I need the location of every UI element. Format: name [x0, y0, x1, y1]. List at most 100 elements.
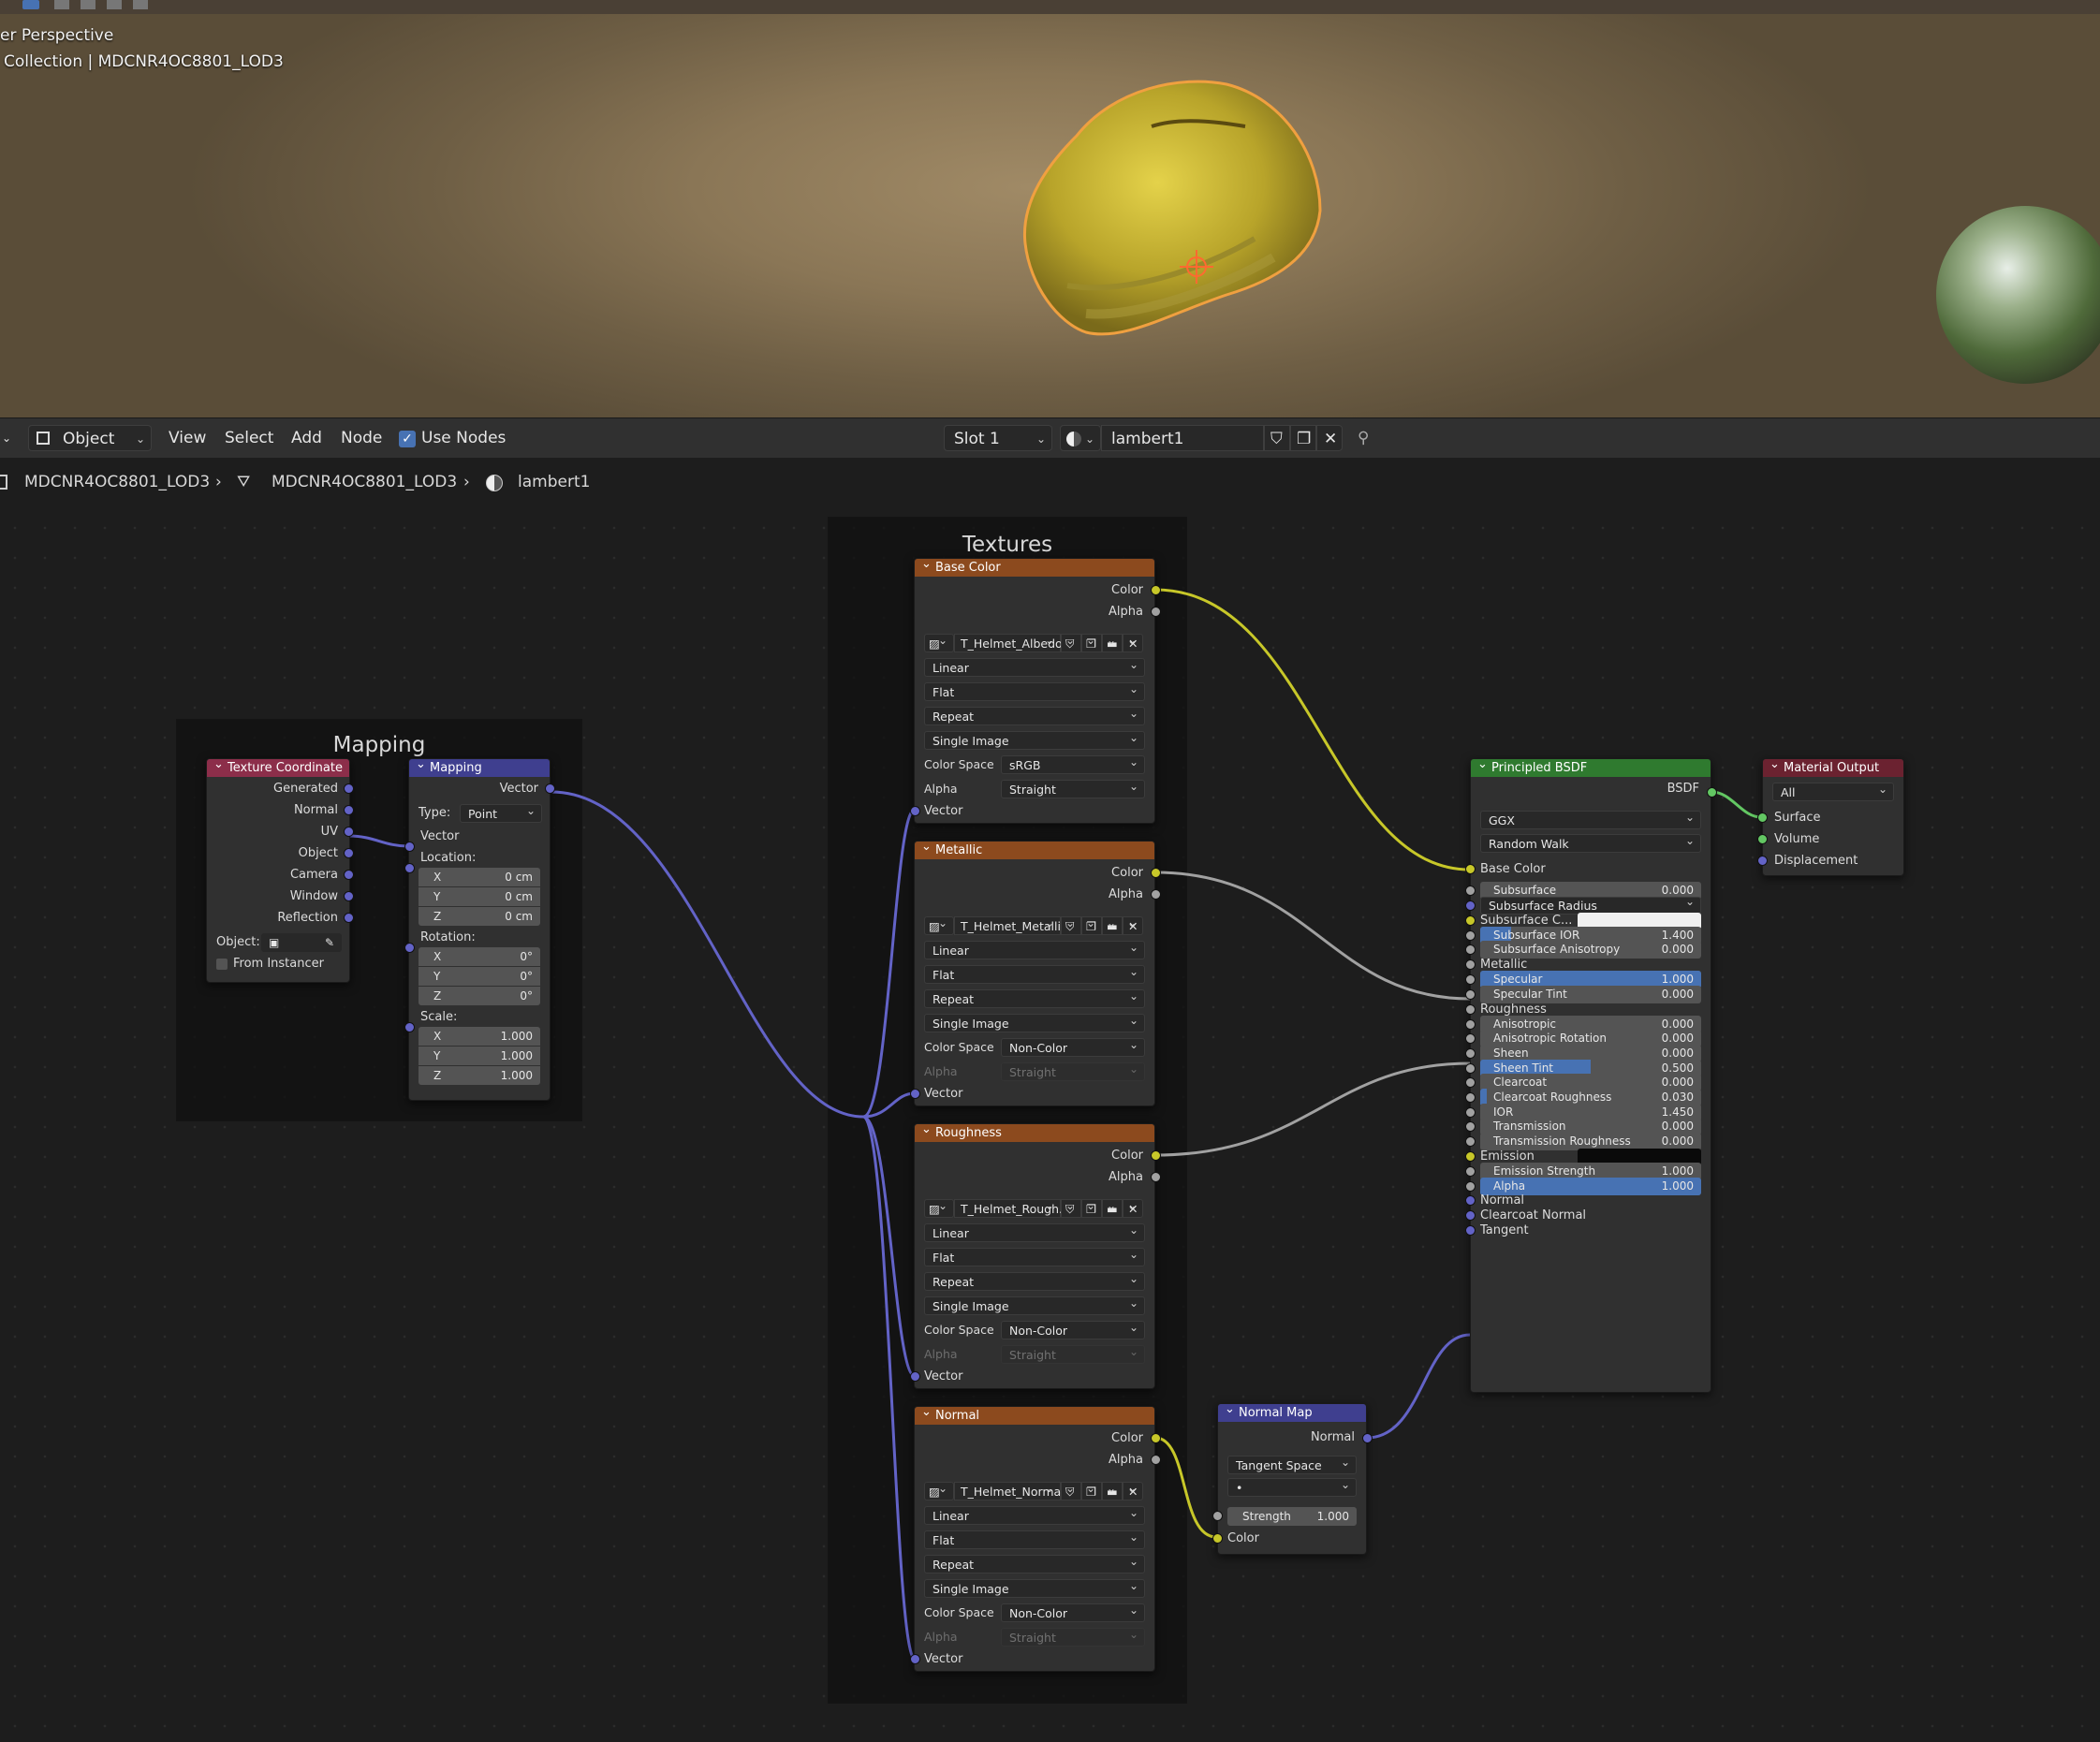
from-instancer-checkbox[interactable]: [216, 959, 228, 970]
node-normal-map[interactable]: Normal Map Normal Tangent Space • Streng…: [1217, 1400, 1367, 1555]
socket-generated[interactable]: [344, 783, 354, 794]
socket-bsdf-out[interactable]: [1707, 787, 1717, 798]
socket-bsdf-subsurface[interactable]: [1465, 886, 1476, 896]
color-space-dropdown[interactable]: Non-Color: [1001, 1601, 1145, 1622]
socket-mapping-location[interactable]: [404, 863, 415, 873]
helmet-object[interactable]: [1011, 70, 1329, 346]
image-name-field[interactable]: T_Helmet_Metalli...: [954, 914, 1072, 935]
socket-mapping-scale[interactable]: [404, 1022, 415, 1032]
source-dropdown[interactable]: Single Image: [924, 1011, 1145, 1032]
node-normal-map-header[interactable]: Normal Map: [1218, 1400, 1366, 1422]
socket-bsdf-specular-tint[interactable]: [1465, 988, 1476, 1000]
socket-bsdf-emission-strength[interactable]: [1465, 1165, 1476, 1177]
mapping-type-dropdown[interactable]: Point: [460, 801, 542, 823]
scale-y-field[interactable]: Y 1.000: [419, 1047, 540, 1065]
socket-bsdf-subsurface-radius[interactable]: [1465, 900, 1476, 911]
image-fake-user-button[interactable]: ⛉: [1061, 914, 1081, 935]
image-name-field[interactable]: T_Helmet_Rough...: [954, 1196, 1070, 1218]
image-browse-button[interactable]: ▨: [924, 1196, 954, 1218]
rotation-y-field[interactable]: Y 0°: [419, 967, 540, 986]
socket-bsdf-anisotropic[interactable]: [1465, 1018, 1476, 1030]
fake-user-button[interactable]: ⛉: [1264, 425, 1290, 451]
source-dropdown[interactable]: Single Image: [924, 728, 1145, 750]
source-dropdown[interactable]: Single Image: [924, 1576, 1145, 1598]
bsdf-distribution-dropdown[interactable]: GGX: [1480, 808, 1701, 829]
socket-texture-color[interactable]: [1151, 1150, 1161, 1161]
node-mapping[interactable]: Mapping Vector Type: Point Vector Locati…: [408, 755, 551, 1101]
socket-texture-vector[interactable]: [910, 806, 920, 816]
texture-node-header[interactable]: Roughness: [915, 1120, 1154, 1142]
image-open-button[interactable]: ▬: [1102, 1479, 1123, 1500]
image-duplicate-button[interactable]: ❐: [1081, 631, 1102, 652]
image-unlink-button[interactable]: ✕: [1123, 914, 1143, 935]
socket-texture-vector[interactable]: [910, 1654, 920, 1664]
image-browse-button[interactable]: ▨: [924, 914, 954, 935]
select-extend-icon[interactable]: [54, 0, 69, 9]
bsdf-alpha-slider[interactable]: Alpha 1.000: [1480, 1177, 1701, 1195]
socket-texture-alpha[interactable]: [1151, 1172, 1161, 1182]
node-principled-bsdf-header[interactable]: Principled BSDF: [1471, 755, 1711, 777]
duplicate-material-button[interactable]: ❐: [1290, 425, 1316, 451]
scale-z-field[interactable]: Z 1.000: [419, 1066, 540, 1085]
normal-map-uv-field[interactable]: •: [1227, 1475, 1357, 1497]
normal-map-space-dropdown[interactable]: Tangent Space: [1227, 1453, 1357, 1474]
socket-normal-map-strength[interactable]: [1212, 1511, 1223, 1521]
socket-texture-vector[interactable]: [910, 1371, 920, 1382]
texture-node-header[interactable]: Normal: [915, 1403, 1154, 1425]
projection-dropdown[interactable]: Flat: [924, 1528, 1145, 1549]
projection-dropdown[interactable]: Flat: [924, 1245, 1145, 1266]
socket-mapping-out-vector[interactable]: [545, 783, 555, 794]
image-name-field[interactable]: T_Helmet_Albedo...: [954, 631, 1073, 652]
output-target-dropdown[interactable]: All: [1772, 780, 1894, 801]
extension-dropdown[interactable]: Repeat: [924, 704, 1145, 725]
source-dropdown[interactable]: Single Image: [924, 1294, 1145, 1315]
alpha-mode-dropdown[interactable]: Straight: [1001, 777, 1145, 798]
use-nodes-checkbox[interactable]: ✓: [399, 431, 416, 447]
material-name-field[interactable]: lambert1: [1101, 425, 1264, 451]
3d-viewport[interactable]: er Perspective Collection | MDCNR4OC8801…: [0, 0, 2100, 417]
node-image-texture[interactable]: Metallic Color Alpha ▨ T_Helmet_Metalli.…: [914, 838, 1155, 1106]
socket-bsdf-sheen[interactable]: [1465, 1047, 1476, 1059]
menu-add[interactable]: Add: [291, 426, 322, 450]
eyedropper-icon[interactable]: ✎: [325, 933, 334, 952]
socket-bsdf-subsurface-color[interactable]: [1465, 915, 1476, 926]
interpolation-dropdown[interactable]: Linear: [924, 1221, 1145, 1242]
unlink-material-button[interactable]: ✕: [1316, 425, 1343, 451]
rotation-z-field[interactable]: Z 0°: [419, 987, 540, 1005]
interpolation-dropdown[interactable]: Linear: [924, 655, 1145, 677]
node-image-texture[interactable]: Base Color Color Alpha ▨ T_Helmet_Albedo…: [914, 555, 1155, 824]
socket-bsdf-base-color[interactable]: [1465, 864, 1476, 874]
node-image-texture[interactable]: Roughness Color Alpha ▨ T_Helmet_Rough..…: [914, 1120, 1155, 1389]
socket-texture-alpha[interactable]: [1151, 607, 1161, 617]
socket-output-volume[interactable]: [1757, 834, 1768, 844]
socket-object[interactable]: [344, 848, 354, 858]
socket-mapping-in-vector[interactable]: [404, 842, 415, 852]
node-material-output-header[interactable]: Material Output: [1763, 755, 1903, 777]
select-intersect-icon[interactable]: [133, 0, 148, 9]
socket-mapping-rotation[interactable]: [404, 943, 415, 953]
texture-node-header[interactable]: Base Color: [915, 555, 1154, 577]
projection-dropdown[interactable]: Flat: [924, 680, 1145, 701]
socket-window[interactable]: [344, 891, 354, 901]
scale-x-field[interactable]: X 1.000: [419, 1027, 540, 1046]
image-fake-user-button[interactable]: ⛉: [1061, 1196, 1081, 1218]
socket-bsdf-ior[interactable]: [1465, 1106, 1476, 1118]
socket-bsdf-subsurface-ior[interactable]: [1465, 930, 1476, 941]
socket-texture-color[interactable]: [1151, 585, 1161, 595]
node-principled-bsdf[interactable]: Principled BSDF BSDF GGX Random Walk Bas…: [1470, 755, 1711, 1393]
socket-texture-color[interactable]: [1151, 868, 1161, 878]
image-open-button[interactable]: ▬: [1102, 631, 1123, 652]
image-duplicate-button[interactable]: ❐: [1081, 1479, 1102, 1500]
menu-view[interactable]: View: [169, 426, 206, 450]
node-editor-canvas[interactable]: Mapping Textures Texture Coordinate Gene…: [0, 513, 2100, 1742]
socket-bsdf-sheen-tint[interactable]: [1465, 1062, 1476, 1074]
image-duplicate-button[interactable]: ❐: [1081, 914, 1102, 935]
image-unlink-button[interactable]: ✕: [1123, 1479, 1143, 1500]
node-material-output[interactable]: Material Output All Surface Volume Displ…: [1762, 755, 1904, 876]
image-unlink-button[interactable]: ✕: [1123, 631, 1143, 652]
node-image-texture[interactable]: Normal Color Alpha ▨ T_Helmet_Normal... …: [914, 1403, 1155, 1672]
object-mode-dropdown[interactable]: Object ⌄: [28, 425, 152, 451]
socket-texture-alpha[interactable]: [1151, 1455, 1161, 1465]
socket-normal-map-out[interactable]: [1362, 1433, 1373, 1443]
slot-dropdown[interactable]: Slot 1 ⌄: [944, 425, 1052, 451]
